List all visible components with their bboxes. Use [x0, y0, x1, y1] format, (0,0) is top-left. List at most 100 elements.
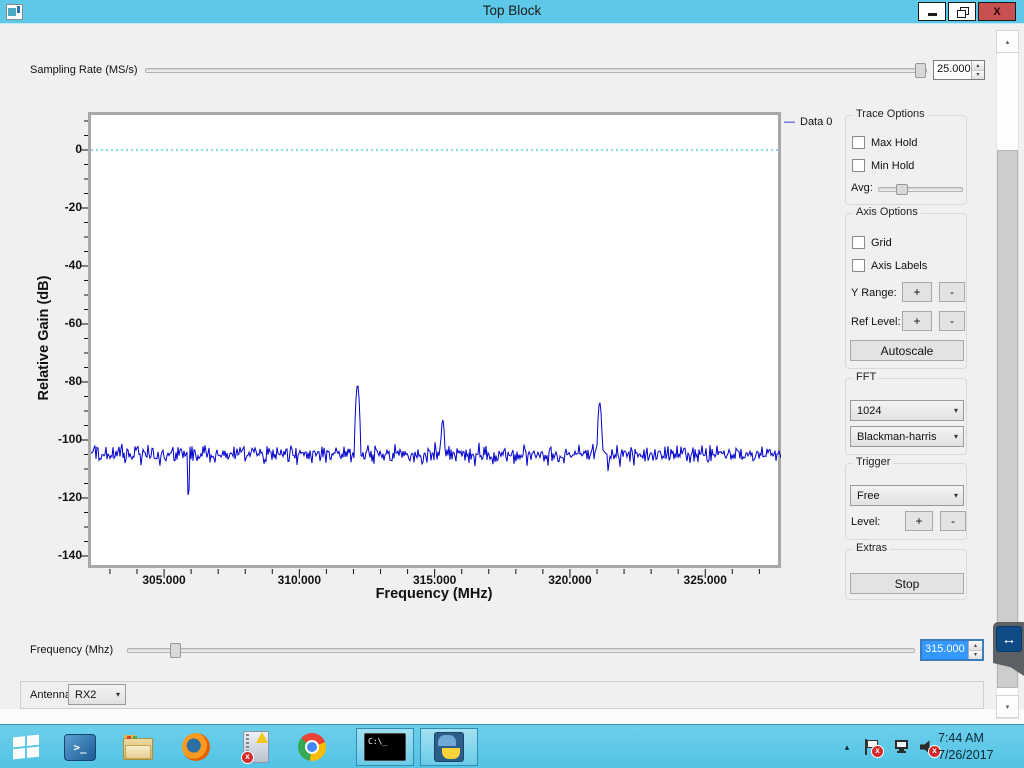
sampling-rate-label: Sampling Rate (MS/s) — [30, 64, 138, 76]
clock-time: 7:44 AM — [938, 730, 1014, 747]
axis-labels-label: Axis Labels — [871, 260, 927, 272]
powershell-icon: >_ — [64, 734, 96, 761]
legend-line-icon: — — [784, 116, 795, 128]
windows-logo-icon — [13, 735, 39, 760]
spin-up-icon[interactable]: ▴ — [969, 641, 982, 651]
chrome-icon — [298, 733, 326, 761]
frequency-slider-handle[interactable] — [170, 643, 181, 658]
y-tick-label: -60 — [36, 316, 82, 330]
taskbar-notes-button[interactable]: x — [238, 725, 274, 768]
tray-volume[interactable]: x — [920, 725, 934, 768]
network-icon — [893, 739, 911, 755]
taskbar-powershell-button[interactable]: >_ — [62, 725, 98, 768]
axis-labels-checkbox[interactable] — [852, 259, 865, 272]
taskbar-cmd-button[interactable]: C:\_ — [356, 728, 414, 766]
frequency-value[interactable]: 315.000 — [922, 641, 968, 659]
tray-show-hidden-button[interactable]: ▴ — [838, 725, 856, 768]
tray-action-center[interactable]: x — [864, 725, 880, 768]
x-tick-label: 325.000 — [670, 573, 740, 587]
trace-options-group: Trace Options Max Hold Min Hold Avg: — [845, 115, 967, 205]
fft-group: FFT 1024 ▾ Blackman-harris ▾ — [845, 378, 967, 455]
legend-series-label: Data 0 — [800, 116, 832, 128]
spectrum-plot[interactable] — [91, 115, 781, 565]
fft-title: FFT — [853, 371, 879, 383]
dropdown-arrow-icon: ▾ — [954, 432, 958, 441]
max-hold-checkbox[interactable] — [852, 136, 865, 149]
minimize-button[interactable] — [918, 2, 946, 21]
y-tick-label: -120 — [36, 490, 82, 504]
scrollbar-thumb[interactable] — [997, 150, 1018, 688]
y-tick-label: -140 — [36, 548, 82, 562]
window-titlebar[interactable]: Top Block X — [0, 0, 1024, 24]
maximize-icon — [957, 7, 968, 17]
trigger-level-minus-button[interactable]: - — [940, 511, 966, 531]
tray-network[interactable] — [893, 725, 911, 768]
grid-checkbox[interactable] — [852, 236, 865, 249]
avg-slider-handle[interactable] — [896, 184, 908, 195]
trigger-title: Trigger — [853, 456, 893, 468]
speaker-muted-icon: x — [920, 740, 934, 754]
error-badge-icon: x — [871, 745, 884, 758]
taskbar-firefox-button[interactable] — [178, 725, 214, 768]
sampling-rate-value[interactable]: 25.000 — [934, 61, 971, 79]
axis-options-title: Axis Options — [853, 206, 921, 218]
error-badge-icon: x — [241, 751, 254, 764]
dropdown-arrow-icon: ▾ — [954, 491, 958, 500]
x-tick-label: 310.000 — [264, 573, 334, 587]
scrollbar-up-button[interactable]: ▴ — [996, 30, 1019, 53]
fft-size-dropdown[interactable]: 1024 ▾ — [850, 400, 964, 421]
taskbar-explorer-button[interactable] — [120, 725, 156, 768]
sampling-rate-slider[interactable] — [145, 68, 927, 73]
min-hold-checkbox[interactable] — [852, 159, 865, 172]
grid-label: Grid — [871, 237, 892, 249]
y-tick-label: -20 — [36, 200, 82, 214]
y-range-plus-button[interactable]: + — [902, 282, 932, 302]
fft-size-value: 1024 — [857, 405, 881, 417]
spin-down-icon[interactable]: ▾ — [969, 651, 982, 660]
trigger-level-label: Level: — [851, 516, 880, 528]
sampling-rate-slider-handle[interactable] — [915, 63, 926, 78]
frequency-spinbox[interactable]: 315.000 ▴ ▾ — [920, 639, 984, 661]
fft-window-value: Blackman-harris — [857, 431, 936, 443]
trigger-mode-dropdown[interactable]: Free ▾ — [850, 485, 964, 506]
fft-window-dropdown[interactable]: Blackman-harris ▾ — [850, 426, 964, 447]
y-tick-label: 0 — [36, 142, 82, 156]
window-title: Top Block — [0, 3, 1024, 18]
min-hold-label: Min Hold — [871, 160, 914, 172]
antenna-dropdown[interactable]: RX2 ▾ — [68, 684, 126, 705]
ref-level-label: Ref Level: — [851, 316, 901, 328]
autoscale-button[interactable]: Autoscale — [850, 340, 964, 361]
desktop: Top Block X Sampling Rate (MS/s) 25.000 … — [0, 0, 1024, 768]
y-range-minus-button[interactable]: - — [939, 282, 965, 302]
file-explorer-icon — [123, 735, 153, 760]
start-button[interactable] — [6, 725, 46, 768]
ref-level-plus-button[interactable]: + — [902, 311, 932, 331]
trace-options-title: Trace Options — [853, 108, 928, 120]
y-range-label: Y Range: — [851, 287, 897, 299]
spin-up-icon[interactable]: ▴ — [972, 61, 984, 71]
notebook-error-icon: x — [243, 731, 269, 763]
minimize-icon — [928, 13, 937, 16]
tray-clock[interactable]: 7:44 AM 7/26/2017 — [938, 730, 1014, 764]
y-tick-label: -100 — [36, 432, 82, 446]
taskbar-python-button[interactable] — [420, 728, 478, 766]
x-tick-label: 320.000 — [535, 573, 605, 587]
x-tick-label: 315.000 — [400, 573, 470, 587]
stop-button[interactable]: Stop — [850, 573, 964, 594]
taskbar-chrome-button[interactable] — [294, 725, 330, 768]
spin-down-icon[interactable]: ▾ — [972, 71, 984, 80]
ref-level-minus-button[interactable]: - — [939, 311, 965, 331]
maximize-button[interactable] — [948, 2, 976, 21]
command-prompt-icon: C:\_ — [364, 733, 406, 761]
scrollbar-down-button[interactable]: ▾ — [996, 695, 1019, 718]
sampling-rate-spinbox[interactable]: 25.000 ▴ ▾ — [933, 60, 985, 80]
close-button[interactable]: X — [978, 2, 1016, 21]
max-hold-label: Max Hold — [871, 137, 917, 149]
avg-slider[interactable] — [878, 187, 963, 192]
trigger-level-plus-button[interactable]: + — [905, 511, 933, 531]
avg-label: Avg: — [851, 182, 873, 194]
teamviewer-icon: ↔ — [996, 626, 1022, 652]
trigger-mode-value: Free — [857, 490, 880, 502]
frequency-slider[interactable] — [127, 648, 915, 653]
y-tick-label: -40 — [36, 258, 82, 272]
